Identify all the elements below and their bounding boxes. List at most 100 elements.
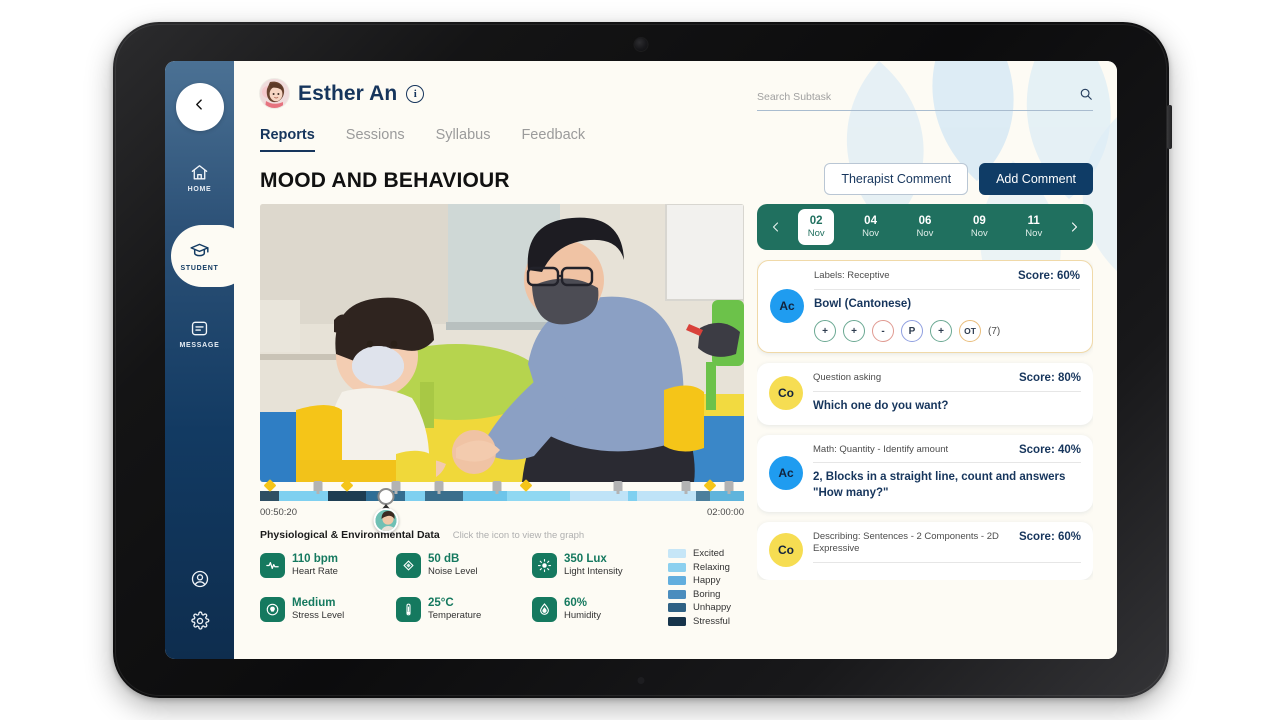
sidebar-item-student[interactable]: STUDENT bbox=[165, 225, 251, 287]
timeline-grey-marker[interactable] bbox=[492, 481, 502, 494]
sidebar-item-label: STUDENT bbox=[180, 265, 219, 272]
body-split: 00:50:20 02:00:00 Physiological & Enviro… bbox=[260, 204, 1093, 659]
legend-swatch bbox=[668, 589, 686, 599]
timeline-grey-marker[interactable] bbox=[613, 481, 623, 494]
search-input[interactable] bbox=[757, 90, 1079, 103]
physio-metric: Medium Stress Level bbox=[260, 592, 390, 626]
stress-head-icon[interactable] bbox=[260, 596, 285, 622]
sidebar-item-label: HOME bbox=[187, 186, 212, 193]
tab-feedback[interactable]: Feedback bbox=[521, 127, 585, 152]
card-score: Score: 80% bbox=[1018, 372, 1081, 385]
date-chip[interactable]: 09 Nov bbox=[961, 209, 997, 245]
video-timeline[interactable] bbox=[260, 479, 744, 533]
legend-label: Stressful bbox=[693, 615, 730, 627]
date-day: 09 bbox=[972, 214, 986, 227]
sidebar-bottom bbox=[190, 569, 210, 659]
timeline-grey-marker[interactable] bbox=[313, 481, 323, 494]
sidebar: HOME STUDENT MESSAGE bbox=[165, 61, 251, 659]
timeline-grey-marker[interactable] bbox=[434, 481, 444, 494]
timeline-grey-marker[interactable] bbox=[681, 481, 691, 494]
trial-chip-plus[interactable]: + bbox=[843, 320, 865, 343]
card-score: Score: 60% bbox=[1017, 270, 1080, 282]
date-month: Nov bbox=[862, 227, 880, 239]
date-chip[interactable]: 04 Nov bbox=[853, 209, 889, 245]
page-title-student: Esther An bbox=[298, 81, 398, 105]
legend-label: Relaxing bbox=[693, 561, 730, 573]
card-divider bbox=[813, 462, 1081, 464]
home-icon bbox=[190, 163, 209, 182]
card-label: Labels: Receptive bbox=[814, 270, 890, 281]
date-chip[interactable]: 02 Nov bbox=[798, 209, 835, 245]
session-video[interactable] bbox=[260, 204, 744, 482]
timeline-times: 00:50:20 02:00:00 bbox=[260, 507, 744, 518]
trial-chip-plus[interactable]: + bbox=[814, 320, 836, 343]
message-icon bbox=[190, 319, 209, 338]
timeline-grey-marker[interactable] bbox=[391, 481, 401, 494]
date-next-button[interactable] bbox=[1063, 221, 1085, 233]
timeline-segment bbox=[424, 491, 464, 501]
brightness-icon[interactable] bbox=[532, 552, 557, 578]
timeline-grey-marker[interactable] bbox=[724, 481, 734, 494]
subtask-card[interactable]: Ac Math: Quantity - Identify amount Score:… bbox=[757, 434, 1093, 512]
legend-item: Happy bbox=[668, 575, 744, 586]
timeline-segment bbox=[327, 491, 367, 501]
timeline-segment bbox=[366, 491, 377, 501]
subtask-card[interactable]: Co Question asking Score: 80% Which one do … bbox=[757, 363, 1093, 425]
sidebar-item-home[interactable]: HOME bbox=[165, 147, 234, 209]
trial-chip-plus[interactable]: + bbox=[930, 320, 952, 343]
screenshot-root: HOME STUDENT MESSAGE Esther An i Reports… bbox=[0, 0, 1280, 720]
timeline-end-time: 02:00:00 bbox=[707, 507, 744, 518]
search-icon[interactable] bbox=[1079, 87, 1093, 106]
date-prev-button[interactable] bbox=[765, 221, 787, 233]
date-chip[interactable]: 06 Nov bbox=[907, 209, 943, 245]
legend-swatch bbox=[668, 603, 686, 612]
timeline-segment bbox=[695, 491, 711, 501]
trial-chip-ot[interactable]: OT bbox=[959, 320, 981, 343]
timeline-track[interactable] bbox=[260, 491, 744, 501]
physio-metric-label: Noise Level bbox=[428, 566, 478, 578]
main-area: Esther An i Reports Sessions Syllabus Fe… bbox=[234, 61, 1117, 659]
account-icon[interactable] bbox=[190, 569, 210, 589]
physio-metric: 110 bpm Heart Rate bbox=[260, 548, 390, 582]
tab-syllabus[interactable]: Syllabus bbox=[436, 127, 491, 152]
card-score: Score: 60% bbox=[1018, 530, 1081, 543]
page-title: MOOD AND BEHAVIOUR bbox=[260, 169, 510, 192]
date-day: 11 bbox=[1027, 214, 1040, 227]
power-button[interactable] bbox=[1167, 105, 1172, 149]
info-icon[interactable]: i bbox=[406, 84, 425, 103]
date-chip[interactable]: 11 Nov bbox=[1016, 209, 1052, 245]
card-score: Score: 40% bbox=[1018, 443, 1081, 456]
legend-label: Excited bbox=[693, 548, 725, 559]
trial-chip-p[interactable]: P bbox=[901, 320, 923, 343]
timeline-thumbnail[interactable] bbox=[373, 508, 399, 533]
tab-sessions[interactable]: Sessions bbox=[346, 127, 405, 152]
card-body: Labels: Receptive Score: 60% Bowl (Cantone… bbox=[814, 270, 1080, 343]
back-button[interactable] bbox=[175, 83, 224, 131]
chevron-left-icon bbox=[193, 98, 206, 116]
sidebar-item-message[interactable]: MESSAGE bbox=[165, 303, 234, 365]
front-camera-icon bbox=[634, 38, 648, 51]
trial-chip-minus[interactable]: - bbox=[872, 320, 894, 343]
timeline-segment bbox=[260, 491, 280, 501]
avatar[interactable] bbox=[260, 79, 289, 108]
thermometer-icon[interactable] bbox=[396, 596, 421, 622]
subtask-card[interactable]: Co Describing: Sentences - 2 Components -… bbox=[757, 521, 1093, 581]
card-top-row: Labels: Receptive Score: 60% bbox=[814, 270, 1080, 283]
card-title: 2, Blocks in a straight line, count and … bbox=[813, 471, 1066, 499]
card-divider bbox=[813, 391, 1081, 393]
heartbeat-icon[interactable] bbox=[260, 552, 285, 578]
timeline-scrubber-handle[interactable] bbox=[377, 488, 395, 505]
card-label: Describing: Sentences - 2 Components - 2… bbox=[813, 530, 999, 555]
timeline-segment bbox=[463, 491, 507, 501]
physio-metric-value: 50 dB bbox=[428, 552, 460, 565]
subtask-card[interactable]: Ac Labels: Receptive Score: 60% Bowl (Canto… bbox=[757, 260, 1093, 354]
left-column: 00:50:20 02:00:00 Physiological & Enviro… bbox=[260, 204, 744, 659]
droplet-icon[interactable] bbox=[532, 596, 557, 622]
tab-reports[interactable]: Reports bbox=[260, 127, 315, 152]
sound-icon[interactable] bbox=[396, 552, 421, 578]
card-top-row: Question asking Score: 80% bbox=[813, 372, 1081, 385]
gear-icon[interactable] bbox=[190, 611, 210, 631]
content-wrap: Esther An i Reports Sessions Syllabus Fe… bbox=[234, 61, 1117, 659]
date-day: 04 bbox=[864, 214, 877, 227]
card-body: Math: Quantity - Identify amount Score: 4… bbox=[813, 444, 1081, 502]
